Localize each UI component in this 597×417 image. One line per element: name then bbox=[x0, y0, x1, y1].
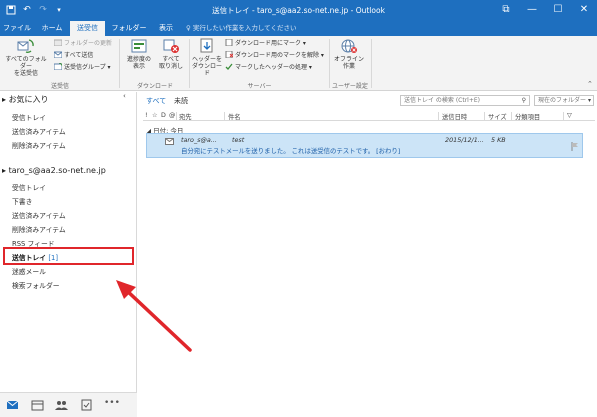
annotation-arrow bbox=[116, 280, 192, 352]
